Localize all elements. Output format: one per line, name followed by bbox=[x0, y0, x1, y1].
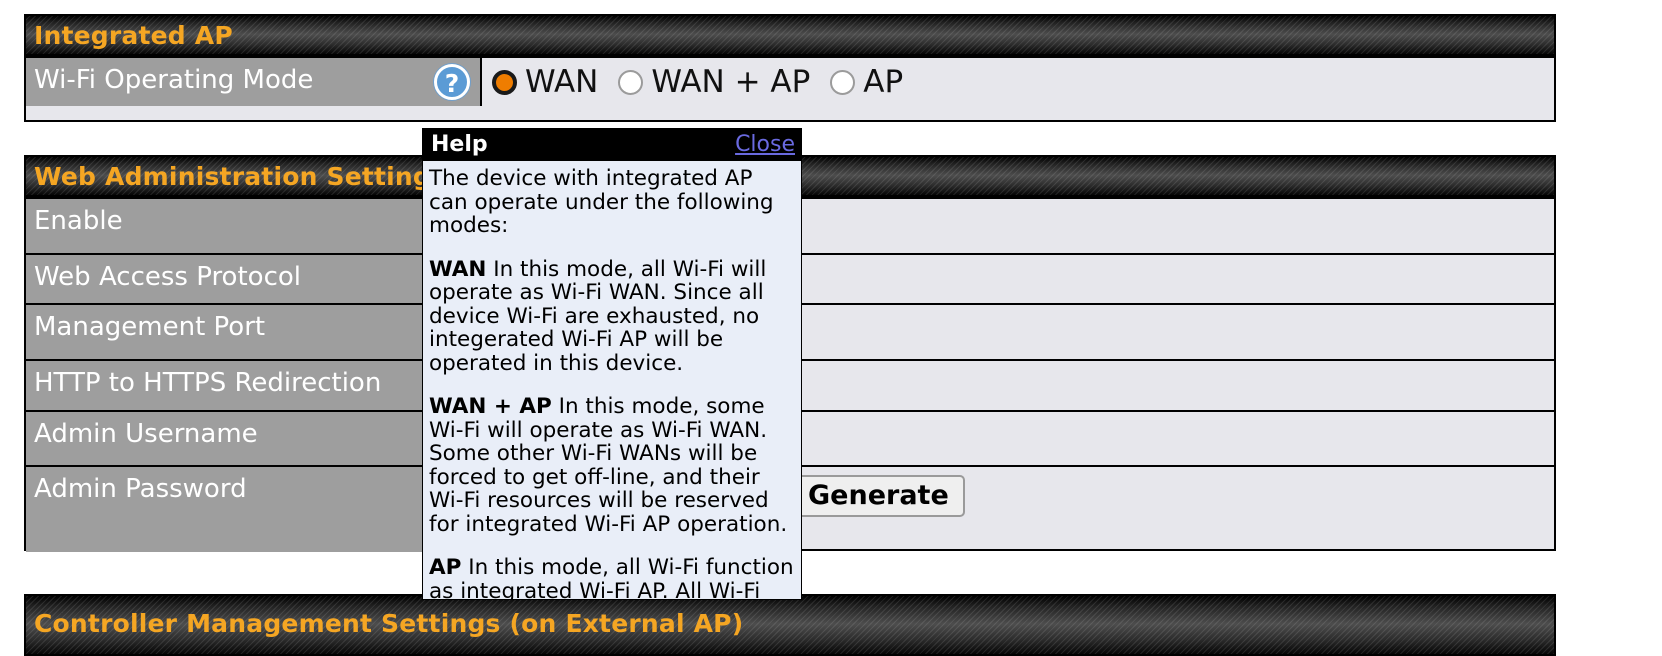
wifi-operating-mode-radio-group: WAN WAN + AP AP bbox=[492, 65, 903, 99]
help-paragraph-wan-lead: WAN bbox=[429, 256, 487, 282]
radio-option-wan[interactable]: WAN bbox=[492, 65, 598, 99]
page-root: Integrated AP Wi-Fi Operating Mode ? WAN… bbox=[0, 0, 1662, 656]
help-paragraph-ap: AP In this mode, all Wi-Fi function as i… bbox=[429, 555, 797, 600]
radio-option-ap[interactable]: AP bbox=[830, 65, 903, 99]
http-to-https-redirection-label: HTTP to HTTPS Redirection bbox=[34, 368, 382, 398]
controller-management-settings-title: Controller Management Settings (on Exter… bbox=[26, 596, 1554, 656]
admin-password-label-cell: Admin Password bbox=[26, 467, 482, 552]
radio-dot-wan-plus-ap[interactable] bbox=[618, 69, 644, 95]
help-popup: Help Close The device with integrated AP… bbox=[422, 128, 802, 600]
help-paragraph-wan-plus-ap: WAN + AP In this mode, some Wi-Fi will o… bbox=[429, 395, 797, 536]
radio-dot-ap[interactable] bbox=[830, 69, 856, 95]
help-paragraph-ap-text: In this mode, all Wi-Fi function as inte… bbox=[429, 555, 794, 600]
admin-username-label: Admin Username bbox=[34, 419, 258, 449]
help-paragraph-wan-plus-ap-lead: WAN + AP bbox=[429, 394, 552, 419]
generate-button[interactable]: Generate bbox=[792, 475, 965, 517]
question-mark-icon[interactable]: ? bbox=[434, 64, 470, 100]
enable-label: Enable bbox=[34, 206, 123, 236]
radio-option-wan-plus-ap[interactable]: WAN + AP bbox=[618, 65, 810, 99]
help-paragraph-intro: The device with integrated AP can operat… bbox=[429, 167, 797, 238]
help-popup-close-link[interactable]: Close bbox=[735, 134, 795, 156]
controller-management-settings-panel: Controller Management Settings (on Exter… bbox=[24, 594, 1556, 656]
web-access-protocol-label-cell: Web Access Protocol bbox=[26, 255, 482, 303]
radio-label-wan: WAN bbox=[525, 64, 599, 100]
wifi-operating-mode-value-cell: WAN WAN + AP AP bbox=[482, 58, 1554, 106]
wifi-operating-mode-row: Wi-Fi Operating Mode ? WAN WAN + AP AP bbox=[26, 56, 1554, 106]
management-port-label: Management Port bbox=[34, 312, 266, 342]
http-to-https-redirection-label-cell: HTTP to HTTPS Redirection bbox=[26, 361, 482, 410]
wifi-operating-mode-label-cell: Wi-Fi Operating Mode ? bbox=[26, 58, 482, 106]
help-popup-body: The device with integrated AP can operat… bbox=[423, 161, 801, 600]
help-paragraph-ap-lead: AP bbox=[429, 555, 462, 580]
help-popup-title: Help bbox=[431, 132, 488, 157]
wifi-operating-mode-label: Wi-Fi Operating Mode bbox=[34, 65, 314, 95]
help-paragraph-wan: WAN In this mode, all Wi-Fi will operate… bbox=[429, 256, 797, 376]
management-port-label-cell: Management Port bbox=[26, 305, 482, 359]
admin-password-label: Admin Password bbox=[34, 474, 247, 504]
integrated-ap-panel: Integrated AP Wi-Fi Operating Mode ? WAN… bbox=[24, 14, 1556, 122]
integrated-ap-title: Integrated AP bbox=[26, 16, 1554, 56]
radio-label-wan-plus-ap: WAN + AP bbox=[651, 64, 811, 100]
radio-dot-wan[interactable] bbox=[492, 69, 517, 95]
radio-label-ap: AP bbox=[863, 64, 904, 100]
help-popup-header: Help Close bbox=[423, 129, 801, 161]
web-access-protocol-label: Web Access Protocol bbox=[34, 262, 301, 292]
help-paragraph-intro-text: The device with integrated AP can operat… bbox=[429, 166, 774, 238]
enable-label-cell: Enable bbox=[26, 199, 482, 253]
admin-username-label-cell: Admin Username bbox=[26, 412, 482, 465]
